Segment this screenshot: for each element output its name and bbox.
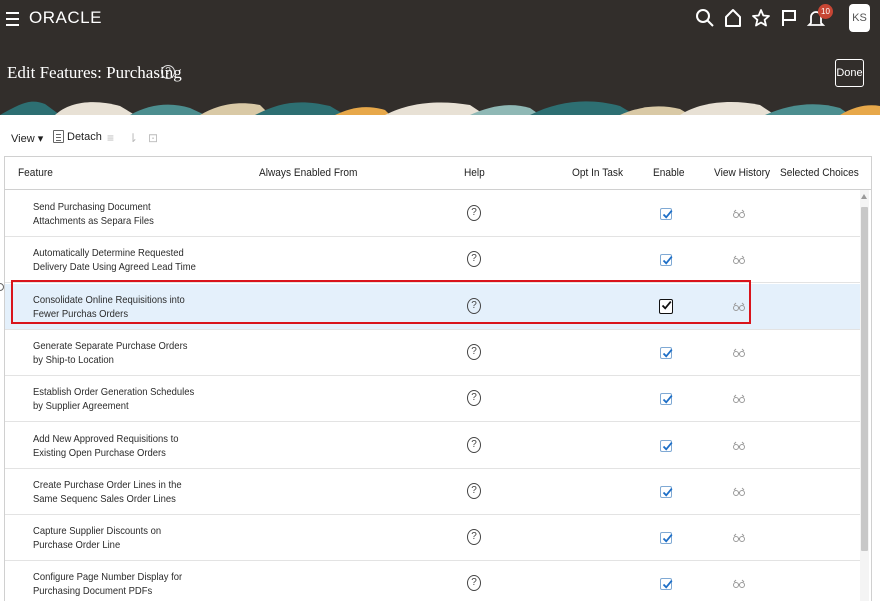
view-history-icon[interactable] — [733, 441, 745, 451]
table-row[interactable]: Create Purchase Order Lines in the Same … — [5, 468, 860, 515]
view-history-icon[interactable] — [733, 533, 745, 543]
scroll-thumb[interactable] — [861, 207, 868, 551]
user-avatar[interactable]: KS — [849, 4, 870, 32]
done-button[interactable]: Done — [835, 59, 864, 87]
detach-button[interactable]: Detach — [53, 130, 102, 143]
feature-name: Send Purchasing Document Attachments as … — [33, 201, 154, 227]
column-header[interactable]: Feature — [18, 167, 53, 179]
check-icon — [662, 256, 673, 265]
help-icon[interactable]: ? — [467, 482, 481, 499]
enable-checkbox[interactable] — [660, 393, 673, 406]
scroll-up-icon[interactable] — [861, 194, 867, 199]
home-icon[interactable] — [723, 8, 743, 28]
table-row[interactable]: Configure Page Number Display for Purcha… — [5, 561, 860, 601]
vertical-scrollbar[interactable] — [860, 190, 869, 601]
column-header[interactable]: Help — [464, 167, 485, 179]
view-history-icon[interactable] — [733, 487, 745, 497]
help-icon[interactable]: ? — [467, 436, 481, 453]
detach-label: Detach — [67, 130, 102, 143]
table-row[interactable]: Establish Order Generation Schedules by … — [5, 376, 860, 423]
feature-name: Add New Approved Requisitions to Existin… — [33, 432, 179, 459]
enable-checkbox[interactable] — [659, 298, 673, 314]
enable-checkbox[interactable] — [660, 532, 673, 545]
global-header: ORACLE 10 KS Edit Features: Purchasing ?… — [0, 0, 880, 115]
column-header[interactable]: Opt In Task — [572, 167, 623, 179]
detach-icon — [53, 130, 64, 143]
star-icon[interactable] — [751, 8, 771, 28]
help-icon[interactable]: ? — [467, 343, 481, 360]
check-icon — [662, 580, 673, 590]
search-icon[interactable] — [695, 8, 715, 28]
help-icon[interactable]: ? — [467, 390, 481, 407]
enable-checkbox[interactable] — [660, 439, 673, 452]
page-title: Edit Features: Purchasing — [7, 63, 182, 82]
oracle-logo[interactable]: ORACLE — [29, 8, 102, 28]
feature-name: Generate Separate Purchase Orders by Shi… — [33, 339, 188, 366]
wrap-icon: ⇂ — [128, 131, 139, 145]
help-icon[interactable]: ? — [467, 575, 481, 592]
table-header: Feature Always Enabled From Help Opt In … — [5, 157, 871, 190]
menu-icon[interactable] — [6, 12, 19, 26]
flag-icon[interactable] — [779, 8, 799, 28]
notification-badge: 10 — [818, 4, 833, 19]
check-icon — [662, 210, 673, 219]
table-row[interactable]: Generate Separate Purchase Orders by Shi… — [5, 329, 860, 376]
feature-name: Capture Supplier Discounts on Purchase O… — [33, 525, 162, 552]
help-icon[interactable]: ? — [467, 297, 481, 314]
enable-checkbox[interactable] — [660, 346, 673, 359]
feature-name: Create Purchase Order Lines in the Same … — [33, 478, 182, 505]
check-icon — [661, 300, 672, 310]
view-menu[interactable]: View ▾ — [11, 132, 43, 145]
enable-checkbox[interactable] — [660, 254, 673, 267]
column-header[interactable]: Enable — [653, 167, 685, 179]
table-row[interactable]: Consolidate Online Requisitions into Few… — [5, 283, 860, 330]
check-icon — [662, 487, 673, 497]
view-history-icon[interactable] — [733, 579, 745, 589]
column-header[interactable]: View History — [714, 167, 770, 179]
header-decoration — [0, 96, 880, 115]
view-history-icon[interactable] — [733, 255, 745, 265]
table-toolbar: View ▾ Detach ≡ ⇂ ⊡ — [0, 126, 880, 150]
feature-name: Automatically Determine Requested Delive… — [33, 247, 196, 274]
feature-name: Consolidate Online Requisitions into Few… — [33, 293, 185, 320]
expand-icon: ⊡ — [148, 131, 159, 145]
feature-name: Establish Order Generation Schedules by … — [33, 386, 195, 413]
view-history-icon[interactable] — [733, 348, 745, 358]
table-row[interactable]: Automatically Determine Requested Delive… — [5, 237, 860, 284]
help-icon[interactable]: ? — [467, 529, 481, 546]
column-header[interactable]: Always Enabled From — [259, 167, 357, 179]
help-icon[interactable]: ? — [161, 65, 175, 79]
column-header[interactable]: Selected Choices — [780, 167, 859, 179]
view-history-icon[interactable] — [733, 209, 745, 219]
check-icon — [662, 441, 673, 451]
enable-checkbox[interactable] — [660, 208, 673, 220]
enable-checkbox[interactable] — [660, 485, 673, 498]
view-history-icon[interactable] — [733, 302, 745, 312]
table-row[interactable]: Add New Approved Requisitions to Existin… — [5, 422, 860, 469]
help-icon[interactable]: ? — [467, 251, 481, 268]
check-icon — [662, 348, 673, 358]
freeze-icon: ≡ — [107, 131, 115, 145]
enable-checkbox[interactable] — [660, 578, 673, 591]
features-table: Feature Always Enabled From Help Opt In … — [4, 156, 872, 601]
view-history-icon[interactable] — [733, 394, 745, 404]
check-icon — [662, 534, 673, 543]
table-row[interactable]: Send Purchasing Document Attachments as … — [5, 191, 860, 237]
table-row[interactable]: Capture Supplier Discounts on Purchase O… — [5, 515, 860, 562]
check-icon — [662, 395, 673, 404]
feature-name: Configure Page Number Display for Purcha… — [33, 571, 183, 598]
help-icon[interactable]: ? — [467, 205, 481, 221]
